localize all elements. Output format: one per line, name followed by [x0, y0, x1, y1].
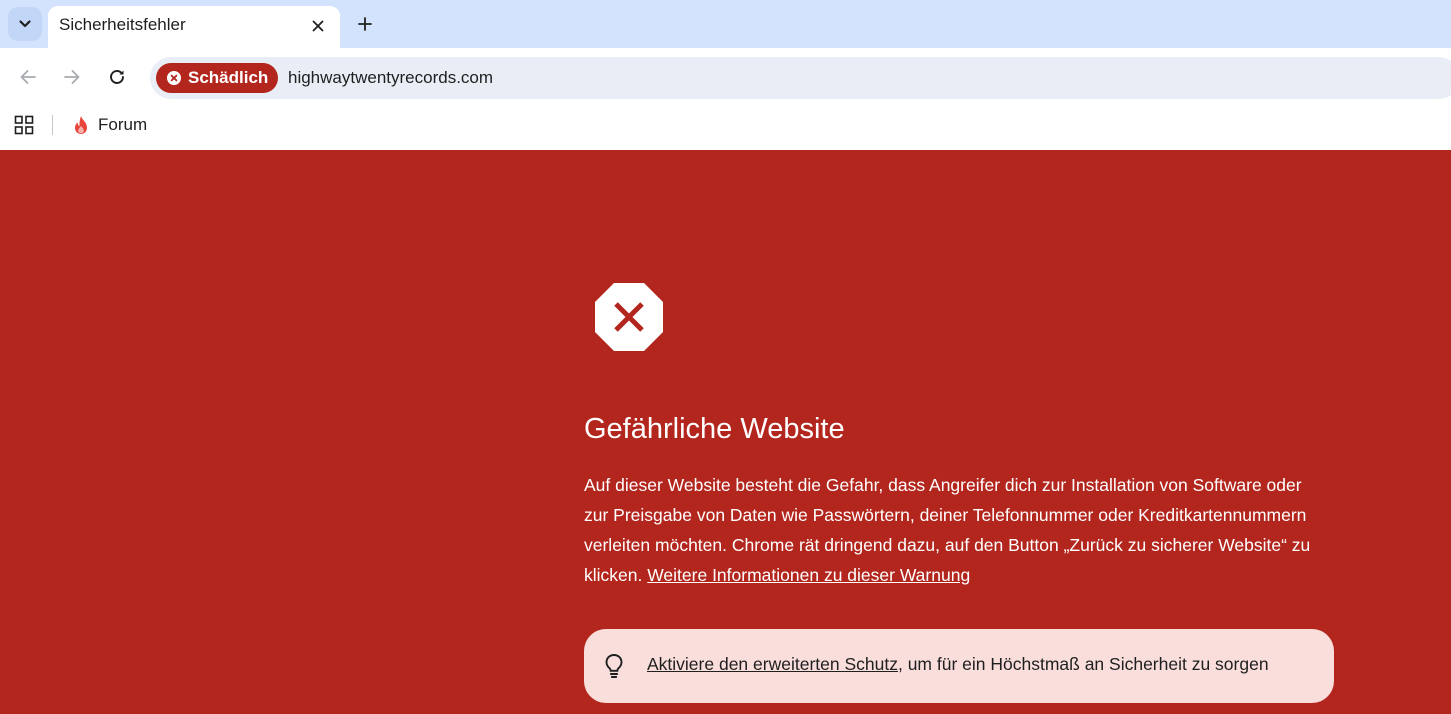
enhanced-protection-suffix: , um für ein Höchstmaß an Sicherheit zu … — [897, 654, 1269, 674]
bookmarks-divider — [52, 115, 53, 135]
enhanced-protection-banner: Aktiviere den erweiterten Schutz, um für… — [584, 629, 1334, 703]
more-info-link[interactable]: Weitere Informationen zu dieser Warnung — [647, 565, 970, 585]
bookmarks-bar: Forum — [0, 106, 1451, 150]
tab-title: Sicherheitsfehler — [59, 15, 186, 34]
enable-enhanced-protection-link[interactable]: Aktiviere den erweiterten Schutz — [647, 654, 898, 674]
arrow-left-icon — [20, 70, 36, 84]
danger-circle-icon — [167, 71, 181, 85]
tab-strip: Sicherheitsfehler — [0, 0, 1451, 48]
tab-close-button[interactable] — [306, 14, 330, 38]
reload-icon — [110, 70, 124, 84]
url-text[interactable]: highwaytwentyrecords.com — [288, 68, 493, 88]
close-icon — [312, 20, 324, 32]
danger-stop-icon — [595, 283, 663, 351]
active-tab[interactable]: Sicherheitsfehler — [48, 6, 340, 48]
flame-icon — [75, 116, 87, 134]
bookmark-forum[interactable]: Forum — [66, 110, 153, 140]
tab-search-button[interactable] — [8, 7, 42, 41]
arrow-right-icon — [64, 70, 80, 84]
back-button[interactable] — [14, 63, 42, 91]
security-status-chip[interactable]: Schädlich — [156, 63, 278, 93]
chevron-down-icon — [19, 20, 31, 28]
enhanced-protection-text: Aktiviere den erweiterten Schutz, um für… — [647, 654, 1269, 675]
new-tab-button[interactable] — [352, 11, 378, 37]
plus-icon — [358, 17, 372, 31]
forward-button[interactable] — [58, 63, 86, 91]
bookmark-label: Forum — [98, 115, 148, 134]
warning-description: Auf dieser Website besteht die Gefahr, d… — [584, 470, 1324, 590]
security-status-label: Schädlich — [188, 68, 269, 87]
page-title: Gefährliche Website — [584, 413, 845, 445]
toolbar: Schädlich highwaytwentyrecords.com — [0, 48, 1451, 106]
reload-button[interactable] — [103, 63, 131, 91]
apps-grid-icon[interactable] — [14, 115, 34, 135]
address-bar[interactable]: Schädlich highwaytwentyrecords.com — [150, 57, 1451, 99]
lightbulb-icon — [605, 654, 623, 678]
